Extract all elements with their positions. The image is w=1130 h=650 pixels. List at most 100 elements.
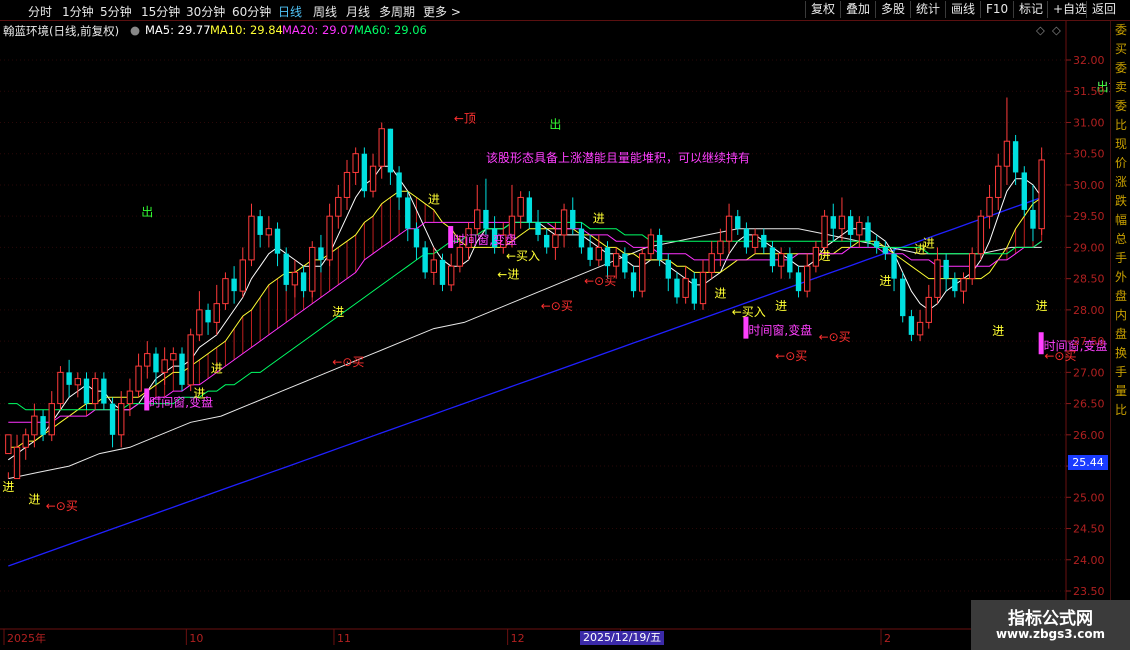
candle-down [526, 197, 533, 223]
kline-chart[interactable]: 时间窗,变盘时间窗,变盘时间窗,变盘时间窗,变盘进进 ←⊙买进进出进←⊙买进←顶出… [0, 0, 1110, 650]
candle-down [83, 378, 90, 404]
candle-up [821, 215, 828, 248]
site-watermark: 指标公式网 www.zbgs3.com [971, 600, 1130, 650]
candle-up [74, 378, 82, 386]
tab-daily[interactable]: 日线 [278, 3, 302, 20]
candle-down [109, 403, 116, 435]
signal-label: ←⊙买 [584, 274, 616, 288]
candle-down [483, 209, 489, 229]
settings-dot-icon[interactable]: ● [130, 23, 140, 37]
candle-down [787, 253, 793, 273]
y-tick-label: 27.50 [1073, 335, 1105, 348]
candle-up [995, 165, 1002, 198]
candle-down [153, 353, 159, 373]
candle-up [239, 259, 246, 292]
candle-up [725, 215, 733, 242]
signal-label: 进 [819, 249, 831, 263]
candle-up [196, 309, 203, 336]
diamond-icon[interactable]: ◇ [1036, 23, 1045, 37]
candle-down [283, 253, 289, 285]
candle-up [960, 278, 967, 292]
tab-multi-period[interactable]: 多周期 [379, 3, 415, 20]
tab-5min[interactable]: 5分钟 [100, 3, 132, 20]
y-tick-label: 30.00 [1073, 179, 1105, 192]
ma10-label: MA10: 29.84 [210, 23, 283, 37]
y-tick-label: 25.00 [1073, 491, 1105, 504]
f10-button[interactable]: F10 [980, 1, 1013, 18]
signal-label: 进 [1036, 299, 1048, 313]
tab-intraday[interactable]: 分时 [28, 3, 52, 20]
price-axis: 32.00 31.50 31.00 30.50 30.00 29.50 29.00 28.50… [1066, 54, 1105, 598]
tab-30min[interactable]: 30分钟 [186, 3, 225, 20]
candle-up [91, 378, 99, 405]
candle-down [735, 216, 741, 229]
candle-down [578, 228, 585, 248]
candle-down [318, 247, 324, 260]
candle-up [456, 246, 464, 267]
candle-down [361, 153, 368, 192]
signal-label: ←⊙买 [1044, 349, 1076, 363]
candle-down [882, 247, 889, 254]
candle-up [986, 196, 993, 217]
stock-title: 翰蓝环境(日线,前复权) [3, 24, 120, 38]
adjust-button[interactable]: 复权 [805, 1, 840, 18]
back-button[interactable]: 返回 [1086, 1, 1121, 18]
time-window-label: 时间窗,变盘 [453, 232, 517, 247]
candle-up [430, 259, 438, 273]
ma60-label: MA60: 29.06 [354, 23, 427, 37]
candle-down [665, 259, 671, 279]
candle-down [413, 228, 420, 248]
multi-stock-button[interactable]: 多股 [875, 1, 910, 18]
candle-down [656, 234, 663, 260]
signal-label: 进 [593, 211, 605, 225]
candle-up [309, 246, 316, 292]
y-tick-label: 29.00 [1073, 241, 1105, 254]
quote-panel-edge[interactable]: 委买委卖委比现价涨跌幅总手外盘内盘换手量比 [1110, 21, 1130, 631]
candle-down [873, 241, 880, 248]
candle-down [205, 309, 211, 323]
tab-monthly[interactable]: 月线 [346, 3, 370, 20]
ma20-label: MA20: 29.07 [282, 23, 355, 37]
stats-button[interactable]: 统计 [910, 1, 945, 18]
draw-line-button[interactable]: 画线 [945, 1, 980, 18]
tab-more[interactable]: 更多 > [423, 3, 461, 20]
watermark-url: www.zbgs3.com [995, 627, 1106, 641]
candle-down [179, 353, 185, 385]
tab-weekly[interactable]: 周线 [313, 3, 337, 20]
tab-1min[interactable]: 1分钟 [62, 3, 94, 20]
candle-up [1038, 159, 1045, 230]
candle-down [422, 247, 428, 273]
signal-label: ←买入 [506, 249, 540, 263]
candle-up [118, 403, 125, 436]
candle-up [291, 271, 299, 286]
candle-down [300, 272, 307, 292]
candle-down [257, 216, 263, 235]
candle-down [761, 234, 767, 248]
candle-up [265, 228, 273, 236]
candle-up [13, 446, 21, 480]
candle-up [222, 278, 229, 305]
candle-down [795, 272, 802, 292]
quote-panel-labels: 委买委卖委比现价涨跌幅总手外盘内盘换手量比 [1115, 23, 1128, 417]
mark-button[interactable]: 标记 [1013, 1, 1048, 18]
y-tick-label: 26.00 [1073, 429, 1105, 442]
collapse-icon[interactable]: ◇ [1052, 23, 1061, 37]
candle-down [387, 128, 394, 173]
candle-down [544, 234, 550, 248]
candle-up [916, 321, 924, 336]
candle-up [699, 271, 707, 305]
time-axis: 2025年10111223 [3, 629, 1013, 645]
candle-up [804, 265, 811, 292]
signal-label: 出 [141, 205, 153, 219]
candle-up [1003, 140, 1011, 167]
tab-15min[interactable]: 15分钟 [141, 3, 180, 20]
candle-up [5, 434, 12, 455]
candle-up [378, 128, 385, 167]
overlay-button[interactable]: 叠加 [840, 1, 875, 18]
chart-info-bar: 翰蓝环境(日线,前复权) ● MA5: 29.77 MA10: 29.84 MA… [0, 21, 1070, 38]
candle-down [691, 278, 698, 304]
tab-60min[interactable]: 60分钟 [232, 3, 271, 20]
candle-up [977, 215, 985, 255]
ma5-label: MA5: 29.77 [145, 23, 211, 37]
candle-down [274, 228, 281, 254]
